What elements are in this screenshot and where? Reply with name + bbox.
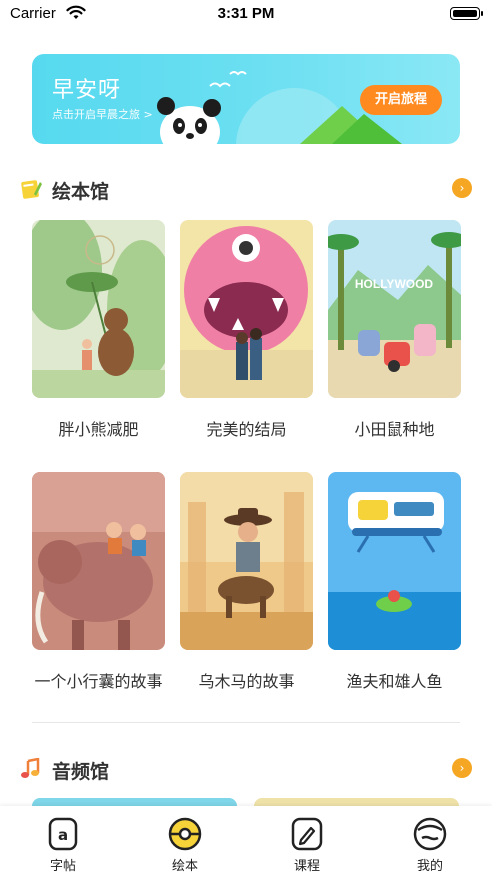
book-card[interactable]: 完美的结局	[180, 220, 313, 440]
book-card[interactable]: 渔夫和雄人鱼	[328, 472, 461, 692]
tab-profile[interactable]: 我的	[390, 816, 470, 874]
book-card[interactable]: 胖小熊减肥	[32, 220, 165, 440]
copybook-icon: a	[48, 817, 78, 851]
book-title: 一个小行囊的故事	[34, 672, 163, 691]
bottom-tab-bar: a 字帖 绘本 课程 我的	[0, 806, 492, 878]
tab-label: 我的	[416, 859, 443, 874]
tab-picture-book[interactable]: 绘本	[145, 816, 225, 874]
book-cover: HOLLYWOOD	[328, 220, 461, 398]
book-cover	[180, 220, 313, 398]
banner-subtitle[interactable]: 点击开启早晨之旅 >	[52, 106, 153, 122]
tab-label: 课程	[293, 859, 320, 874]
start-journey-button[interactable]: 开启旅程	[360, 85, 442, 115]
book-title: 胖小熊减肥	[58, 420, 139, 439]
tab-copybook[interactable]: a 字帖	[23, 816, 103, 874]
book-title: 渔夫和雄人鱼	[346, 672, 443, 691]
chevron-right-icon[interactable]: ›	[452, 178, 472, 198]
clock: 3:31 PM	[217, 5, 275, 22]
status-bar: Carrier 3:31 PM	[0, 0, 492, 30]
morning-banner[interactable]: 早安呀 点击开启早晨之旅 > 开启旅程	[32, 54, 460, 144]
profile-icon	[413, 817, 447, 851]
book-title: 完美的结局	[206, 420, 287, 439]
notebook-icon	[21, 180, 42, 199]
battery-icon	[450, 7, 483, 20]
tab-course[interactable]: 课程	[267, 816, 347, 874]
book-cover	[180, 472, 313, 650]
tab-label: 绘本	[171, 859, 198, 874]
chevron-right-icon[interactable]: ›	[452, 758, 472, 778]
hollywood-sign-text: HOLLYWOOD	[355, 277, 434, 291]
audio-section-header: 音频馆 ›	[20, 754, 472, 784]
picture-book-icon	[168, 817, 202, 851]
section-title: 绘本馆	[52, 181, 110, 203]
picture-book-section-header: 绘本馆 ›	[20, 174, 472, 204]
book-cover	[32, 472, 165, 650]
book-card[interactable]: HOLLYWOOD 小田鼠种地	[328, 220, 461, 440]
book-cover	[32, 220, 165, 398]
tab-label: 字帖	[49, 859, 76, 874]
book-card[interactable]: 一个小行囊的故事	[32, 472, 165, 692]
course-pen-icon	[291, 817, 323, 851]
book-title: 乌木马的故事	[198, 672, 295, 691]
banner-title: 早安呀	[52, 78, 122, 103]
music-note-icon	[21, 758, 40, 778]
section-title: 音频馆	[52, 761, 110, 783]
section-divider	[32, 722, 460, 723]
book-cover	[328, 472, 461, 650]
svg-text:a: a	[58, 826, 68, 844]
book-title: 小田鼠种地	[354, 420, 435, 439]
book-card[interactable]: 乌木马的故事	[180, 472, 313, 692]
